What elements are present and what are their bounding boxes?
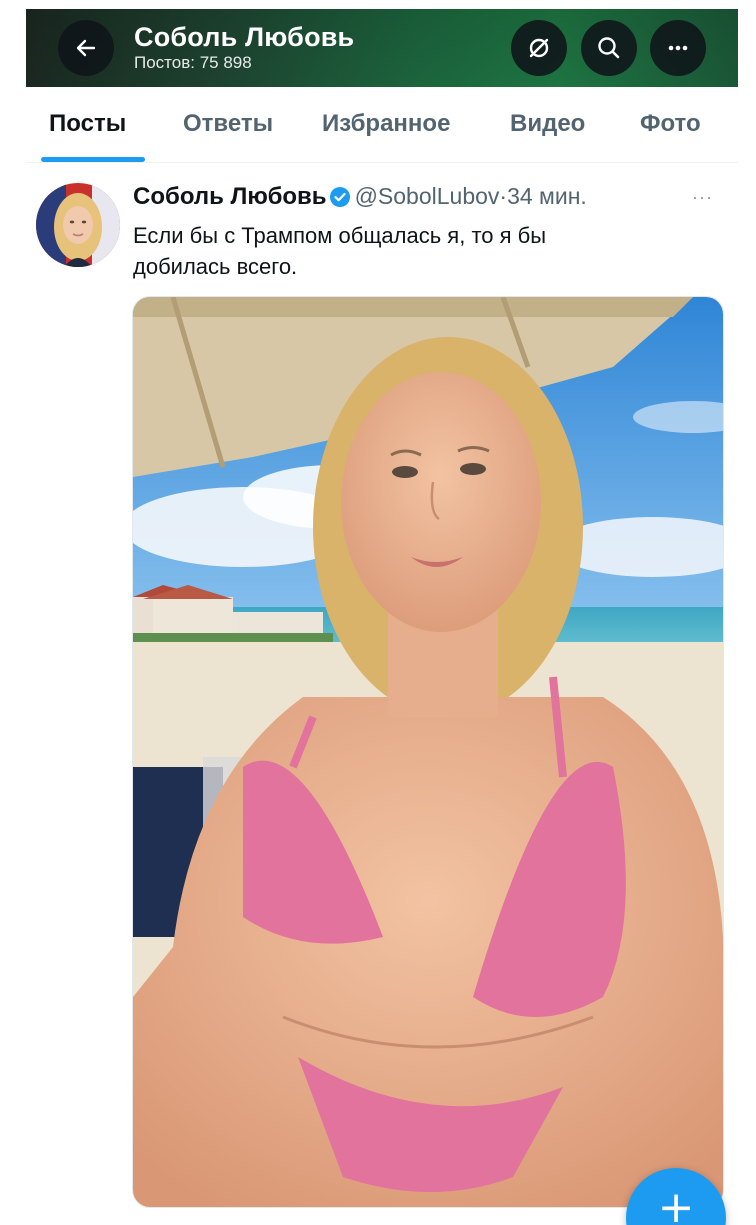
post-text: Если бы с Трампом общалась я, то я бы до…: [133, 223, 547, 279]
tab-photos[interactable]: Фото: [640, 110, 701, 138]
more-options-button[interactable]: [650, 20, 706, 76]
search-icon: [598, 37, 620, 59]
profile-page: Соболь Любовь Постов: 75 898 Посты Ответ…: [0, 0, 756, 1225]
post-author-handle[interactable]: @SobolLubov: [355, 183, 500, 209]
profile-tabs: Посты Ответы Избранное Видео Фото: [26, 92, 738, 163]
plus-icon: +: [657, 1182, 695, 1225]
posts-count: Постов: 75 898: [134, 53, 252, 72]
header-title: Соболь Любовь Постов: 75 898: [134, 21, 354, 73]
meta-separator: ·: [499, 183, 508, 209]
tab-replies[interactable]: Ответы: [183, 110, 273, 138]
verified-badge-icon: [329, 185, 351, 215]
avatar[interactable]: [36, 183, 120, 267]
tab-highlights[interactable]: Избранное: [322, 110, 450, 138]
post-header: Соболь Любовь @SobolLubov·34 мин.: [133, 181, 733, 215]
grok-icon: [529, 38, 549, 58]
tab-posts[interactable]: Посты: [49, 110, 126, 138]
post-photo[interactable]: [132, 296, 724, 1208]
post-more-icon[interactable]: ···: [692, 187, 713, 208]
more-icon: [668, 45, 688, 51]
active-tab-indicator: [41, 157, 145, 162]
grok-button[interactable]: [511, 20, 567, 76]
tab-videos[interactable]: Видео: [510, 110, 585, 138]
back-button[interactable]: [58, 20, 114, 76]
post-timestamp[interactable]: 34 мин.: [507, 183, 587, 209]
back-arrow-icon: [76, 39, 96, 57]
search-button[interactable]: [581, 20, 637, 76]
profile-header: Соболь Любовь Постов: 75 898: [26, 9, 738, 87]
post-author-name[interactable]: Соболь Любовь: [133, 183, 327, 210]
profile-name: Соболь Любовь: [134, 22, 355, 52]
